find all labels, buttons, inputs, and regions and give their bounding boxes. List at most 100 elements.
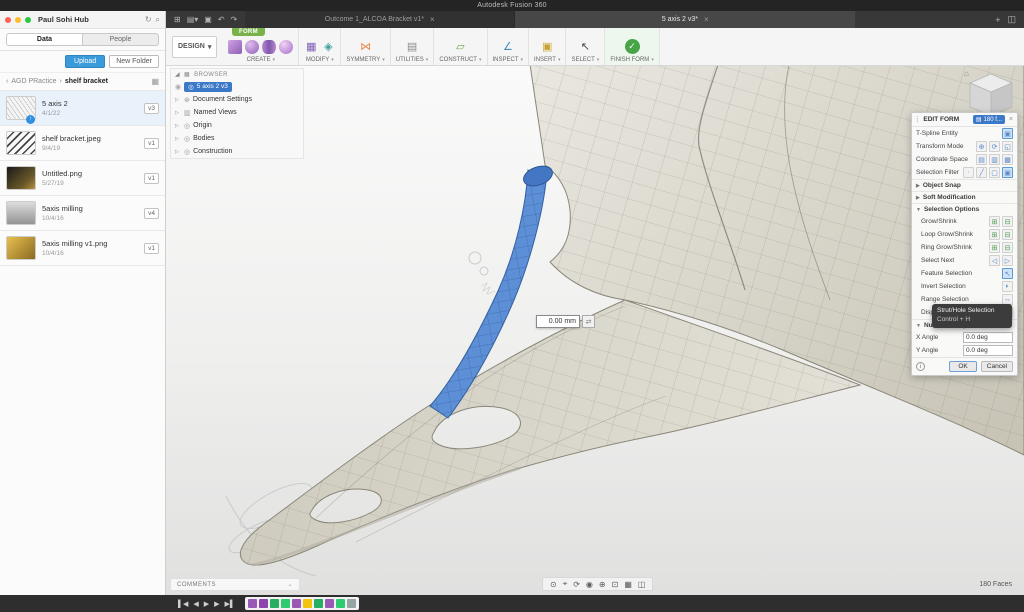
vertex-filter-icon[interactable]: ∙ bbox=[963, 167, 974, 178]
timeline-feature[interactable] bbox=[347, 599, 356, 608]
fit-icon[interactable]: ⊡ bbox=[612, 580, 619, 589]
timeline-feature[interactable] bbox=[325, 599, 334, 608]
drag-arrow-icon[interactable]: ⇄ bbox=[582, 315, 595, 328]
clear-selection-icon[interactable]: × bbox=[1009, 116, 1013, 123]
hub-title[interactable]: Paul Sohi Hub bbox=[38, 15, 141, 24]
mirror-symmetry-icon[interactable]: ⋈ bbox=[359, 40, 373, 54]
list-item[interactable]: 5axis milling v1.png 10/4/16 v1 bbox=[0, 231, 165, 266]
bulb-icon[interactable]: ◎ bbox=[184, 148, 190, 156]
workspace-selector[interactable]: DESIGN▾ bbox=[172, 36, 217, 58]
view-space-icon[interactable]: ▥ bbox=[989, 154, 1000, 165]
selection-options-section[interactable]: ▼ Selection Options bbox=[912, 203, 1017, 215]
display-settings-icon[interactable]: ▦ bbox=[624, 580, 632, 589]
upload-button[interactable]: Upload bbox=[65, 55, 105, 68]
invert-selection-icon[interactable]: ◐ bbox=[1002, 281, 1013, 292]
create-quadball-icon[interactable] bbox=[279, 40, 293, 54]
browser-node[interactable]: ▷◎ Bodies bbox=[171, 132, 303, 145]
back-chevron-icon[interactable]: ‹ bbox=[6, 78, 8, 85]
undo-icon[interactable]: ↶ bbox=[218, 15, 225, 24]
edit-form-icon[interactable]: ▦ bbox=[304, 40, 318, 54]
tab-data[interactable]: Data bbox=[6, 33, 83, 46]
body-filter-icon[interactable]: ▣ bbox=[1002, 167, 1013, 178]
minimize-window-icon[interactable] bbox=[15, 17, 21, 23]
grid-view-icon[interactable]: ▦ bbox=[151, 77, 159, 86]
face-filter-icon[interactable]: ▢ bbox=[989, 167, 1000, 178]
version-badge[interactable]: v3 bbox=[144, 103, 159, 114]
rotate-icon[interactable]: ⟳ bbox=[989, 141, 1000, 152]
info-icon[interactable]: i bbox=[916, 362, 925, 371]
browser-node[interactable]: ▷⊛ Document Settings bbox=[171, 93, 303, 106]
loop-shrink-icon[interactable]: ⊟ bbox=[1002, 229, 1013, 240]
cancel-button[interactable]: Cancel bbox=[981, 361, 1013, 372]
timeline-feature[interactable] bbox=[336, 599, 345, 608]
version-badge[interactable]: v1 bbox=[144, 138, 159, 149]
go-to-start-icon[interactable]: ▌◀ bbox=[178, 600, 188, 608]
list-item[interactable]: shelf bracket.jpeg 9/4/19 v1 bbox=[0, 126, 165, 161]
world-space-icon[interactable]: ▤ bbox=[976, 154, 987, 165]
edit-form-header[interactable]: ⡇ EDIT FORM ▤ 180 f... × bbox=[912, 113, 1017, 127]
list-item[interactable]: ↑ 5 axis 2 4/1/22 v3 bbox=[0, 91, 165, 126]
list-item[interactable]: Untitled.png 5/27/19 v1 bbox=[0, 161, 165, 196]
object-snap-section[interactable]: ▶ Object Snap bbox=[912, 179, 1017, 191]
pan-icon[interactable]: ⌖ bbox=[563, 579, 568, 589]
zoom-window-icon[interactable] bbox=[25, 17, 31, 23]
timeline-feature[interactable] bbox=[248, 599, 257, 608]
save-icon[interactable]: ▣ bbox=[204, 15, 212, 24]
finish-form-check-icon[interactable]: ✓ bbox=[625, 39, 640, 54]
orbit-center-icon[interactable]: ⊙ bbox=[550, 580, 557, 589]
zoom-icon[interactable]: ⊕ bbox=[599, 580, 606, 589]
strut-hole-selection-icon[interactable]: ↖ bbox=[1002, 268, 1013, 279]
edge-filter-icon[interactable]: ╱ bbox=[976, 167, 987, 178]
look-at-icon[interactable]: ◉ bbox=[586, 580, 593, 589]
insert-canvas-icon[interactable]: ▣ bbox=[540, 40, 554, 54]
timeline-feature[interactable] bbox=[281, 599, 290, 608]
version-badge[interactable]: v1 bbox=[144, 173, 159, 184]
close-tab-icon[interactable]: × bbox=[704, 15, 709, 24]
select-cursor-icon[interactable]: ↖ bbox=[578, 40, 592, 54]
local-space-icon[interactable]: ▦ bbox=[1002, 154, 1013, 165]
select-next-icon[interactable]: ▷ bbox=[1002, 255, 1013, 266]
grow-icon[interactable]: ⊞ bbox=[989, 216, 1000, 227]
create-sphere-icon[interactable] bbox=[245, 40, 259, 54]
measure-icon[interactable]: ∠ bbox=[501, 40, 515, 54]
play-icon[interactable]: ▶ bbox=[204, 600, 209, 608]
close-tab-icon[interactable]: × bbox=[430, 15, 435, 24]
timeline-feature[interactable] bbox=[303, 599, 312, 608]
ring-grow-icon[interactable]: ⊞ bbox=[989, 242, 1000, 253]
ring-shrink-icon[interactable]: ⊟ bbox=[1002, 242, 1013, 253]
visibility-eye-icon[interactable]: ◉ bbox=[175, 83, 181, 91]
select-prev-icon[interactable]: ◁ bbox=[989, 255, 1000, 266]
go-to-end-icon[interactable]: ▶▌ bbox=[225, 600, 235, 608]
data-panel-toggle-icon[interactable]: ⊞ bbox=[174, 15, 181, 24]
soft-modification-section[interactable]: ▶ Soft Modification bbox=[912, 191, 1017, 203]
home-icon[interactable]: ⌂ bbox=[964, 69, 969, 78]
timeline-feature[interactable] bbox=[314, 599, 323, 608]
close-window-icon[interactable] bbox=[5, 17, 11, 23]
scale-icon[interactable]: ◱ bbox=[1002, 141, 1013, 152]
bulb-icon[interactable]: ◎ bbox=[184, 135, 190, 143]
breadcrumb-parent[interactable]: AGD PRactice bbox=[11, 78, 56, 85]
orbit-icon[interactable]: ⟳ bbox=[573, 580, 580, 589]
browser-node[interactable]: ▷▥ Named Views bbox=[171, 106, 303, 119]
y-angle-input[interactable] bbox=[963, 345, 1013, 356]
utilities-icon[interactable]: ▤ bbox=[405, 40, 419, 54]
browser-root-row[interactable]: ◉ ◎5 axis 2 v3 bbox=[171, 80, 303, 93]
tab-people[interactable]: People bbox=[83, 33, 159, 46]
create-box-icon[interactable] bbox=[228, 40, 242, 54]
list-item[interactable]: 5axis milling 10/4/16 v4 bbox=[0, 196, 165, 231]
timeline-feature[interactable] bbox=[292, 599, 301, 608]
construct-plane-icon[interactable]: ▱ bbox=[453, 40, 467, 54]
redo-icon[interactable]: ↷ bbox=[231, 15, 238, 24]
ok-button[interactable]: OK bbox=[949, 361, 976, 372]
viewport[interactable]: ◢ ▦ BROWSER ◉ ◎5 axis 2 v3 ▷⊛ Document S… bbox=[166, 66, 1024, 595]
create-cylinder-icon[interactable] bbox=[262, 40, 276, 54]
tab-list-icon[interactable]: ◫ bbox=[1007, 14, 1016, 25]
version-badge[interactable]: v1 bbox=[144, 243, 159, 254]
translate-icon[interactable]: ⊕ bbox=[976, 141, 987, 152]
dimension-input[interactable]: 0.00 mm bbox=[536, 315, 580, 328]
search-icon[interactable]: ⌕ bbox=[156, 15, 160, 25]
step-back-icon[interactable]: ◀ bbox=[193, 600, 198, 608]
crease-icon[interactable]: ◈ bbox=[321, 40, 335, 54]
loop-grow-icon[interactable]: ⊞ bbox=[989, 229, 1000, 240]
version-badge[interactable]: v4 bbox=[144, 208, 159, 219]
